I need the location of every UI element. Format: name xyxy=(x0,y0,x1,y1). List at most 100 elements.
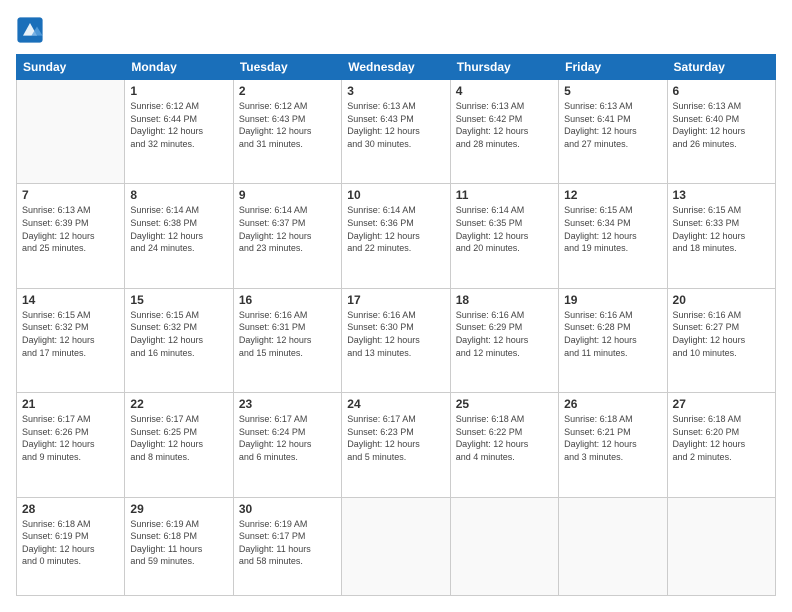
calendar-cell: 20 Sunrise: 6:16 AM Sunset: 6:27 PM Dayli… xyxy=(667,288,775,392)
day-number: 21 xyxy=(22,397,119,411)
calendar-cell: 21 Sunrise: 6:17 AM Sunset: 6:26 PM Dayli… xyxy=(17,393,125,497)
calendar-cell: 11 Sunrise: 6:14 AM Sunset: 6:35 PM Dayli… xyxy=(450,184,558,288)
day-info: Sunrise: 6:15 AM Sunset: 6:33 PM Dayligh… xyxy=(673,204,770,254)
calendar-cell: 2Sunrise: 6:12 AM Sunset: 6:43 PM Daylig… xyxy=(233,80,341,184)
weekday-header-row: SundayMondayTuesdayWednesdayThursdayFrid… xyxy=(17,55,776,80)
day-number: 6 xyxy=(673,84,770,98)
day-info: Sunrise: 6:18 AM Sunset: 6:22 PM Dayligh… xyxy=(456,413,553,463)
day-info: Sunrise: 6:14 AM Sunset: 6:37 PM Dayligh… xyxy=(239,204,336,254)
day-info: Sunrise: 6:17 AM Sunset: 6:25 PM Dayligh… xyxy=(130,413,227,463)
day-info: Sunrise: 6:12 AM Sunset: 6:44 PM Dayligh… xyxy=(130,100,227,150)
day-info: Sunrise: 6:16 AM Sunset: 6:28 PM Dayligh… xyxy=(564,309,661,359)
day-number: 19 xyxy=(564,293,661,307)
calendar-cell xyxy=(17,80,125,184)
day-number: 24 xyxy=(347,397,444,411)
day-number: 18 xyxy=(456,293,553,307)
day-number: 11 xyxy=(456,188,553,202)
weekday-header-wednesday: Wednesday xyxy=(342,55,450,80)
day-info: Sunrise: 6:14 AM Sunset: 6:35 PM Dayligh… xyxy=(456,204,553,254)
day-info: Sunrise: 6:18 AM Sunset: 6:20 PM Dayligh… xyxy=(673,413,770,463)
calendar-cell: 12 Sunrise: 6:15 AM Sunset: 6:34 PM Dayli… xyxy=(559,184,667,288)
day-number: 2 xyxy=(239,84,336,98)
calendar-cell: 26 Sunrise: 6:18 AM Sunset: 6:21 PM Dayli… xyxy=(559,393,667,497)
day-number: 27 xyxy=(673,397,770,411)
weekday-header-saturday: Saturday xyxy=(667,55,775,80)
day-number: 26 xyxy=(564,397,661,411)
day-number: 20 xyxy=(673,293,770,307)
calendar-cell: 1 Sunrise: 6:12 AM Sunset: 6:44 PM Daylig… xyxy=(125,80,233,184)
day-info: Sunrise: 6:17 AM Sunset: 6:24 PM Dayligh… xyxy=(239,413,336,463)
day-info: Sunrise: 6:17 AM Sunset: 6:23 PM Dayligh… xyxy=(347,413,444,463)
day-info: Sunrise: 6:16 AM Sunset: 6:29 PM Dayligh… xyxy=(456,309,553,359)
weekday-header-sunday: Sunday xyxy=(17,55,125,80)
week-row-2: 7 Sunrise: 6:13 AM Sunset: 6:39 PM Daylig… xyxy=(17,184,776,288)
calendar-cell: 3 Sunrise: 6:13 AM Sunset: 6:43 PM Daylig… xyxy=(342,80,450,184)
calendar-cell: 16Sunrise: 6:16 AM Sunset: 6:31 PM Dayli… xyxy=(233,288,341,392)
day-number: 30 xyxy=(239,502,336,516)
day-number: 17 xyxy=(347,293,444,307)
day-number: 1 xyxy=(130,84,227,98)
day-info: Sunrise: 6:17 AM Sunset: 6:26 PM Dayligh… xyxy=(22,413,119,463)
calendar-cell: 23 Sunrise: 6:17 AM Sunset: 6:24 PM Dayli… xyxy=(233,393,341,497)
day-info: Sunrise: 6:16 AM Sunset: 6:30 PM Dayligh… xyxy=(347,309,444,359)
day-number: 8 xyxy=(130,188,227,202)
calendar-table: SundayMondayTuesdayWednesdayThursdayFrid… xyxy=(16,54,776,596)
calendar-cell: 9 Sunrise: 6:14 AM Sunset: 6:37 PM Daylig… xyxy=(233,184,341,288)
day-number: 12 xyxy=(564,188,661,202)
page: SundayMondayTuesdayWednesdayThursdayFrid… xyxy=(0,0,792,612)
calendar-cell: 30 Sunrise: 6:19 AM Sunset: 6:17 PM Dayli… xyxy=(233,497,341,595)
logo-icon xyxy=(16,16,44,44)
day-number: 3 xyxy=(347,84,444,98)
calendar-cell: 19 Sunrise: 6:16 AM Sunset: 6:28 PM Dayli… xyxy=(559,288,667,392)
day-number: 14 xyxy=(22,293,119,307)
calendar-cell: 29Sunrise: 6:19 AM Sunset: 6:18 PM Dayli… xyxy=(125,497,233,595)
day-info: Sunrise: 6:19 AM Sunset: 6:17 PM Dayligh… xyxy=(239,518,336,568)
calendar-cell xyxy=(450,497,558,595)
day-info: Sunrise: 6:16 AM Sunset: 6:27 PM Dayligh… xyxy=(673,309,770,359)
day-info: Sunrise: 6:16 AM Sunset: 6:31 PM Dayligh… xyxy=(239,309,336,359)
day-number: 9 xyxy=(239,188,336,202)
day-info: Sunrise: 6:13 AM Sunset: 6:39 PM Dayligh… xyxy=(22,204,119,254)
calendar-cell xyxy=(342,497,450,595)
day-info: Sunrise: 6:13 AM Sunset: 6:40 PM Dayligh… xyxy=(673,100,770,150)
day-number: 7 xyxy=(22,188,119,202)
week-row-4: 21 Sunrise: 6:17 AM Sunset: 6:26 PM Dayli… xyxy=(17,393,776,497)
day-number: 22 xyxy=(130,397,227,411)
calendar-cell: 4 Sunrise: 6:13 AM Sunset: 6:42 PM Daylig… xyxy=(450,80,558,184)
day-info: Sunrise: 6:13 AM Sunset: 6:42 PM Dayligh… xyxy=(456,100,553,150)
calendar-cell: 24 Sunrise: 6:17 AM Sunset: 6:23 PM Dayli… xyxy=(342,393,450,497)
day-number: 4 xyxy=(456,84,553,98)
header xyxy=(16,16,776,44)
calendar-cell: 25 Sunrise: 6:18 AM Sunset: 6:22 PM Dayli… xyxy=(450,393,558,497)
calendar-cell: 15Sunrise: 6:15 AM Sunset: 6:32 PM Dayli… xyxy=(125,288,233,392)
calendar-cell: 22 Sunrise: 6:17 AM Sunset: 6:25 PM Dayli… xyxy=(125,393,233,497)
day-info: Sunrise: 6:13 AM Sunset: 6:43 PM Dayligh… xyxy=(347,100,444,150)
calendar-cell: 18 Sunrise: 6:16 AM Sunset: 6:29 PM Dayli… xyxy=(450,288,558,392)
day-info: Sunrise: 6:14 AM Sunset: 6:38 PM Dayligh… xyxy=(130,204,227,254)
day-info: Sunrise: 6:15 AM Sunset: 6:32 PM Dayligh… xyxy=(22,309,119,359)
calendar-cell xyxy=(667,497,775,595)
calendar-cell: 5Sunrise: 6:13 AM Sunset: 6:41 PM Daylig… xyxy=(559,80,667,184)
weekday-header-friday: Friday xyxy=(559,55,667,80)
day-number: 10 xyxy=(347,188,444,202)
calendar-cell: 13 Sunrise: 6:15 AM Sunset: 6:33 PM Dayli… xyxy=(667,184,775,288)
calendar-cell: 10 Sunrise: 6:14 AM Sunset: 6:36 PM Dayli… xyxy=(342,184,450,288)
calendar-cell xyxy=(559,497,667,595)
day-number: 23 xyxy=(239,397,336,411)
day-number: 15 xyxy=(130,293,227,307)
day-info: Sunrise: 6:15 AM Sunset: 6:34 PM Dayligh… xyxy=(564,204,661,254)
week-row-5: 28Sunrise: 6:18 AM Sunset: 6:19 PM Dayli… xyxy=(17,497,776,595)
calendar-cell: 6 Sunrise: 6:13 AM Sunset: 6:40 PM Daylig… xyxy=(667,80,775,184)
day-number: 25 xyxy=(456,397,553,411)
day-number: 13 xyxy=(673,188,770,202)
day-info: Sunrise: 6:14 AM Sunset: 6:36 PM Dayligh… xyxy=(347,204,444,254)
day-number: 5 xyxy=(564,84,661,98)
weekday-header-tuesday: Tuesday xyxy=(233,55,341,80)
day-number: 28 xyxy=(22,502,119,516)
logo xyxy=(16,16,46,44)
calendar-cell: 27 Sunrise: 6:18 AM Sunset: 6:20 PM Dayli… xyxy=(667,393,775,497)
day-number: 29 xyxy=(130,502,227,516)
week-row-3: 14 Sunrise: 6:15 AM Sunset: 6:32 PM Dayli… xyxy=(17,288,776,392)
day-info: Sunrise: 6:18 AM Sunset: 6:21 PM Dayligh… xyxy=(564,413,661,463)
calendar-cell: 17 Sunrise: 6:16 AM Sunset: 6:30 PM Dayli… xyxy=(342,288,450,392)
